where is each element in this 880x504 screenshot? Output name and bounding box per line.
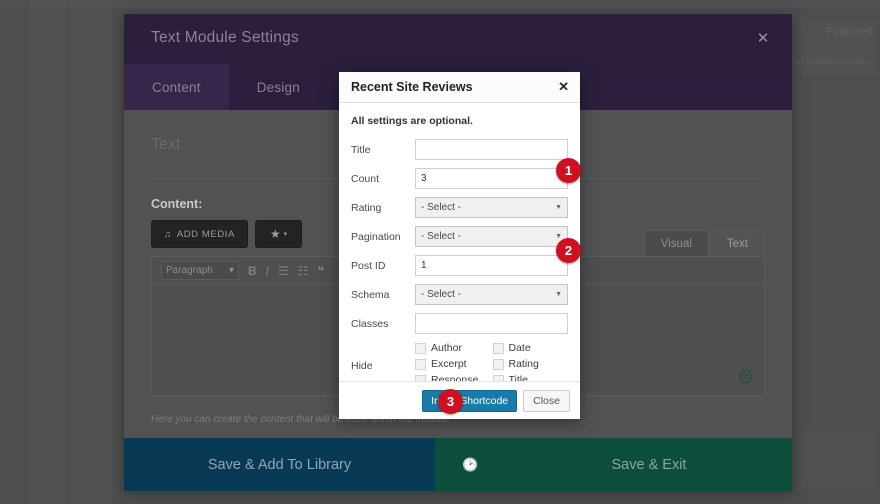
label-rating: Rating — [351, 201, 382, 214]
rating-select[interactable]: - Select - ▼ — [415, 197, 568, 218]
bold-icon[interactable]: B — [248, 264, 257, 278]
editor-mode-tablist: Visual Text — [643, 230, 765, 256]
recent-site-reviews-dialog: Recent Site Reviews ✕ All settings are o… — [339, 72, 580, 419]
checkbox-label: Author — [431, 342, 462, 354]
media-icon: ♫ — [164, 228, 172, 240]
checkbox-excerpt[interactable]: Excerpt — [415, 358, 491, 370]
italic-icon[interactable]: I — [266, 264, 269, 278]
tab-content[interactable]: Content — [124, 64, 229, 110]
page-root: Featured Set featured image Text Module … — [0, 0, 880, 504]
bg-band — [70, 0, 112, 504]
title-input[interactable] — [415, 139, 568, 160]
tab-visual[interactable]: Visual — [643, 230, 709, 256]
checkbox-label: Rating — [508, 358, 539, 370]
dialog-body: All settings are optional. Title Count R… — [339, 103, 580, 386]
field-row-pagination: Pagination - Select - ▼ — [351, 226, 568, 247]
format-select-value: Paragraph — [166, 265, 213, 276]
divi-footer: Save & Add To Library 🕑 Save & Exit — [124, 438, 792, 491]
field-row-post-id: Post ID — [351, 255, 568, 276]
checkbox-date[interactable]: Date — [492, 342, 569, 354]
bg-band — [0, 0, 880, 8]
chevron-down-icon: ▼ — [555, 291, 562, 298]
bg-band — [30, 0, 66, 504]
field-row-hide: Hide Author Date Excerpt Rating Response… — [351, 342, 568, 386]
featured-panel-title: Featured — [826, 26, 872, 38]
field-row-rating: Rating - Select - ▼ — [351, 197, 568, 218]
format-select[interactable]: Paragraph ▾ — [161, 261, 239, 280]
label-schema: Schema — [351, 288, 390, 301]
bg-band — [800, 430, 876, 490]
label-count: Count — [351, 172, 380, 185]
label-pagination: Pagination — [351, 230, 401, 243]
checkbox-box[interactable] — [492, 342, 504, 354]
checkbox-box[interactable] — [415, 342, 426, 354]
classes-input[interactable] — [415, 313, 568, 334]
label-hide: Hide — [351, 360, 373, 372]
dialog-header: Recent Site Reviews ✕ — [339, 72, 580, 103]
content-field-label: Content: — [151, 197, 203, 211]
refresh-icon[interactable]: ⟳ — [739, 370, 752, 383]
checkbox-box[interactable] — [492, 358, 504, 370]
bullet-list-icon[interactable]: ☰ — [278, 264, 289, 278]
checkbox-label: Date — [508, 342, 531, 354]
dialog-title: Recent Site Reviews — [351, 80, 473, 94]
step-badge-3: 3 — [438, 389, 463, 414]
step-badge-1: 1 — [556, 158, 581, 183]
pagination-select-value: - Select - — [421, 231, 462, 242]
chevron-down-icon: ▾ — [228, 265, 234, 276]
add-media-button[interactable]: ♫ ADD MEDIA — [151, 220, 248, 248]
label-classes: Classes — [351, 317, 389, 330]
add-media-label: ADD MEDIA — [176, 228, 235, 240]
star-shortcode-button[interactable]: ★ ▾ — [255, 220, 302, 248]
hide-checkbox-group: Author Date Excerpt Rating Response Titl… — [415, 342, 568, 386]
checkbox-rating[interactable]: Rating — [492, 358, 569, 370]
save-exit-button[interactable]: Save & Exit — [506, 438, 792, 491]
schema-select[interactable]: - Select - ▼ — [415, 284, 568, 305]
star-icon: ★ — [269, 227, 281, 241]
field-row-classes: Classes — [351, 313, 568, 334]
checkbox-label: Excerpt — [431, 358, 467, 370]
checkbox-box[interactable] — [415, 358, 426, 370]
section-title: Text — [151, 136, 181, 153]
close-icon[interactable]: ✕ — [558, 79, 569, 94]
pagination-select[interactable]: - Select - ▼ — [415, 226, 568, 247]
field-row-title: Title — [351, 139, 568, 160]
numbered-list-icon[interactable]: ☷ — [298, 264, 309, 278]
rating-select-value: - Select - — [421, 202, 462, 213]
page-title: Text Module Settings — [151, 29, 299, 46]
count-input[interactable] — [415, 168, 568, 189]
save-add-to-library-button[interactable]: Save & Add To Library — [124, 438, 435, 491]
post-id-input[interactable] — [415, 255, 568, 276]
close-button[interactable]: Close — [523, 389, 570, 412]
step-badge-2: 2 — [556, 238, 581, 263]
schema-select-value: - Select - — [421, 289, 462, 300]
tab-design[interactable]: Design — [229, 64, 328, 110]
clock-icon[interactable]: 🕑 — [435, 438, 506, 491]
divi-titlebar: Text Module Settings ✕ — [124, 14, 792, 64]
close-icon[interactable]: ✕ — [750, 26, 776, 52]
blockquote-icon[interactable]: ❝ — [318, 264, 324, 278]
checkbox-author[interactable]: Author — [415, 342, 491, 354]
field-row-schema: Schema - Select - ▼ — [351, 284, 568, 305]
tab-text[interactable]: Text — [709, 230, 765, 256]
chevron-down-icon: ▾ — [283, 231, 288, 238]
optional-note: All settings are optional. — [351, 115, 473, 127]
label-title: Title — [351, 143, 371, 156]
label-post-id: Post ID — [351, 259, 386, 272]
insert-shortcode-button[interactable]: Insert Shortcode — [422, 389, 518, 412]
featured-panel-subtitle: Set featured image — [789, 56, 866, 66]
chevron-down-icon: ▼ — [555, 204, 562, 211]
field-row-count: Count — [351, 168, 568, 189]
